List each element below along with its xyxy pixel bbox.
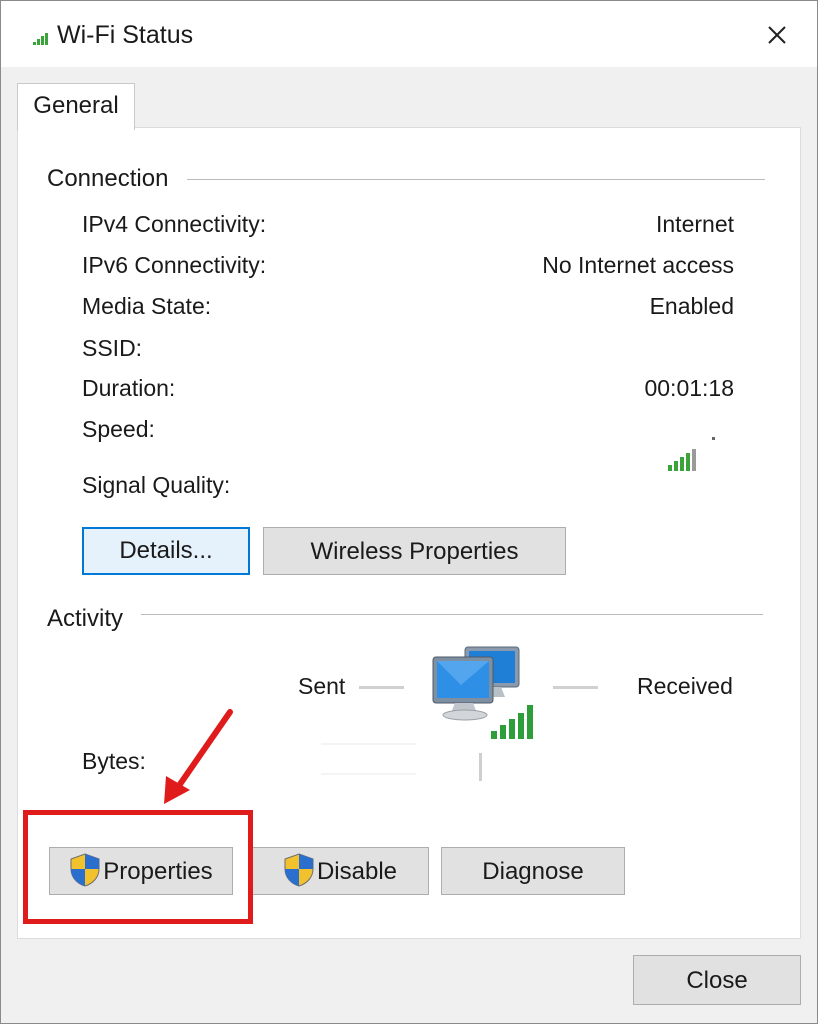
signal-quality-label: Signal Quality: xyxy=(82,472,231,498)
received-dash xyxy=(553,686,598,689)
wireless-properties-button[interactable]: Wireless Properties xyxy=(263,527,566,575)
disable-button[interactable]: Disable xyxy=(251,847,429,895)
duration-label: Duration: xyxy=(82,375,176,401)
wifi-signal-icon xyxy=(33,33,48,45)
annotation-highlight-box xyxy=(23,810,253,924)
sent-label: Sent xyxy=(298,673,346,699)
ipv4-value: Internet xyxy=(656,211,734,237)
bytes-label: Bytes: xyxy=(82,748,146,774)
duration-value: 00:01:18 xyxy=(644,375,734,401)
annotation-arrow-icon xyxy=(164,709,233,804)
disable-button-label: Disable xyxy=(316,858,398,885)
connection-divider xyxy=(187,179,765,180)
ssid-label: SSID: xyxy=(82,335,143,361)
tab-general[interactable]: General xyxy=(17,83,135,130)
activity-divider xyxy=(141,614,763,615)
signal-bars-icon xyxy=(668,449,696,471)
diagnose-button[interactable]: Diagnose xyxy=(441,847,625,895)
bytes-sent-blur xyxy=(321,743,416,745)
sent-dash xyxy=(359,686,404,689)
activity-section-title: Activity xyxy=(47,605,124,632)
speed-label: Speed: xyxy=(82,416,155,442)
uac-shield-icon xyxy=(284,853,314,887)
connection-section-title: Connection xyxy=(47,165,169,192)
close-button[interactable]: Close xyxy=(633,955,801,1005)
bytes-separator xyxy=(479,753,482,781)
speed-blur-dot xyxy=(712,437,715,440)
media-state-value: Enabled xyxy=(649,293,734,319)
bytes-sent-blur-2 xyxy=(321,773,416,775)
close-icon[interactable] xyxy=(761,19,793,51)
ipv6-value: No Internet access xyxy=(542,252,734,278)
title-bar: Wi-Fi Status xyxy=(1,1,817,67)
window-title: Wi-Fi Status xyxy=(57,21,194,49)
media-state-label: Media State: xyxy=(82,293,212,319)
network-computers-icon xyxy=(432,646,533,739)
ipv4-label: IPv4 Connectivity: xyxy=(82,211,267,237)
ipv6-label: IPv6 Connectivity: xyxy=(82,252,267,278)
received-label: Received xyxy=(637,673,733,699)
details-button[interactable]: Details... xyxy=(82,527,250,575)
